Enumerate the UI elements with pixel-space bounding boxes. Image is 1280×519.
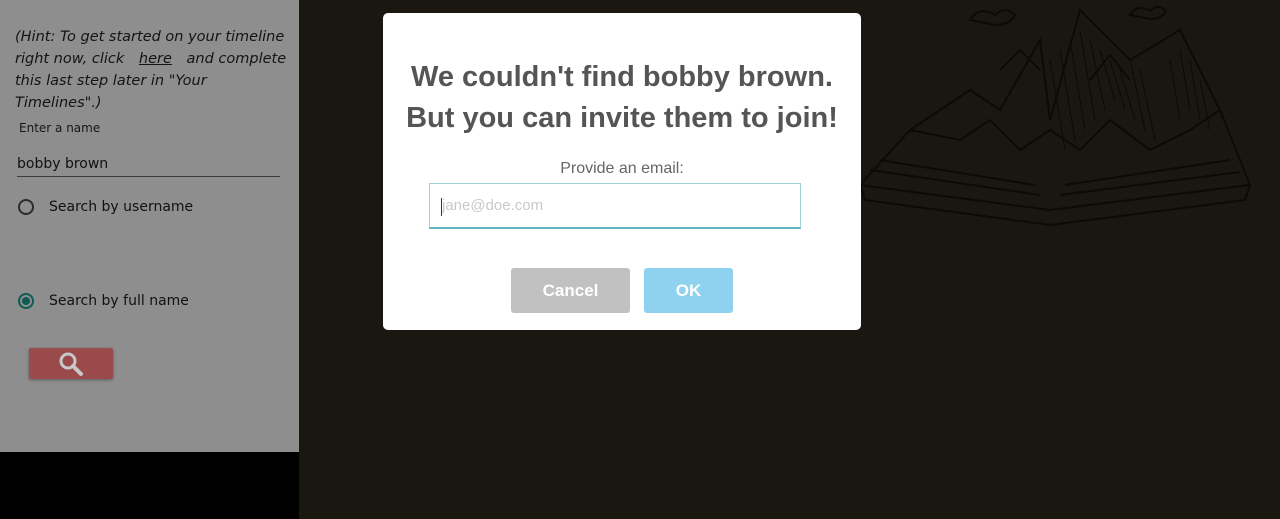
dialog-title-line-1: We couldn't find bobby brown. bbox=[411, 61, 833, 93]
name-field-label: Enter a name bbox=[19, 121, 101, 135]
cancel-button[interactable]: Cancel bbox=[511, 268, 630, 313]
search-button[interactable] bbox=[29, 348, 113, 379]
radio-search-by-username[interactable]: Search by username bbox=[18, 199, 193, 215]
sidebar-panel: (Hint: To get started on your timeline r… bbox=[0, 0, 299, 452]
radio-button-checked[interactable] bbox=[18, 293, 34, 309]
email-field-label: Provide an email: bbox=[560, 160, 684, 177]
radio-search-by-full-name[interactable]: Search by full name bbox=[18, 293, 189, 309]
dialog-title-line-2: But you can invite them to join! bbox=[406, 102, 838, 134]
hint-text: (Hint: To get started on your timeline r… bbox=[15, 26, 297, 114]
ok-button[interactable]: OK bbox=[644, 268, 733, 313]
sidebar-footer-strip bbox=[0, 452, 299, 519]
radio-button-unchecked[interactable] bbox=[18, 199, 34, 215]
open-book-illustration bbox=[858, 6, 1252, 227]
text-caret bbox=[441, 198, 442, 216]
radio-label-username: Search by username bbox=[49, 199, 194, 215]
hint-here-link[interactable]: here bbox=[129, 51, 182, 67]
dialog-title: We couldn't find bobby brown. But you ca… bbox=[383, 57, 861, 139]
invite-dialog: We couldn't find bobby brown. But you ca… bbox=[383, 13, 861, 330]
name-input[interactable] bbox=[17, 152, 280, 177]
radio-label-full-name: Search by full name bbox=[49, 293, 189, 309]
email-input[interactable] bbox=[429, 183, 801, 229]
search-icon bbox=[59, 352, 83, 376]
